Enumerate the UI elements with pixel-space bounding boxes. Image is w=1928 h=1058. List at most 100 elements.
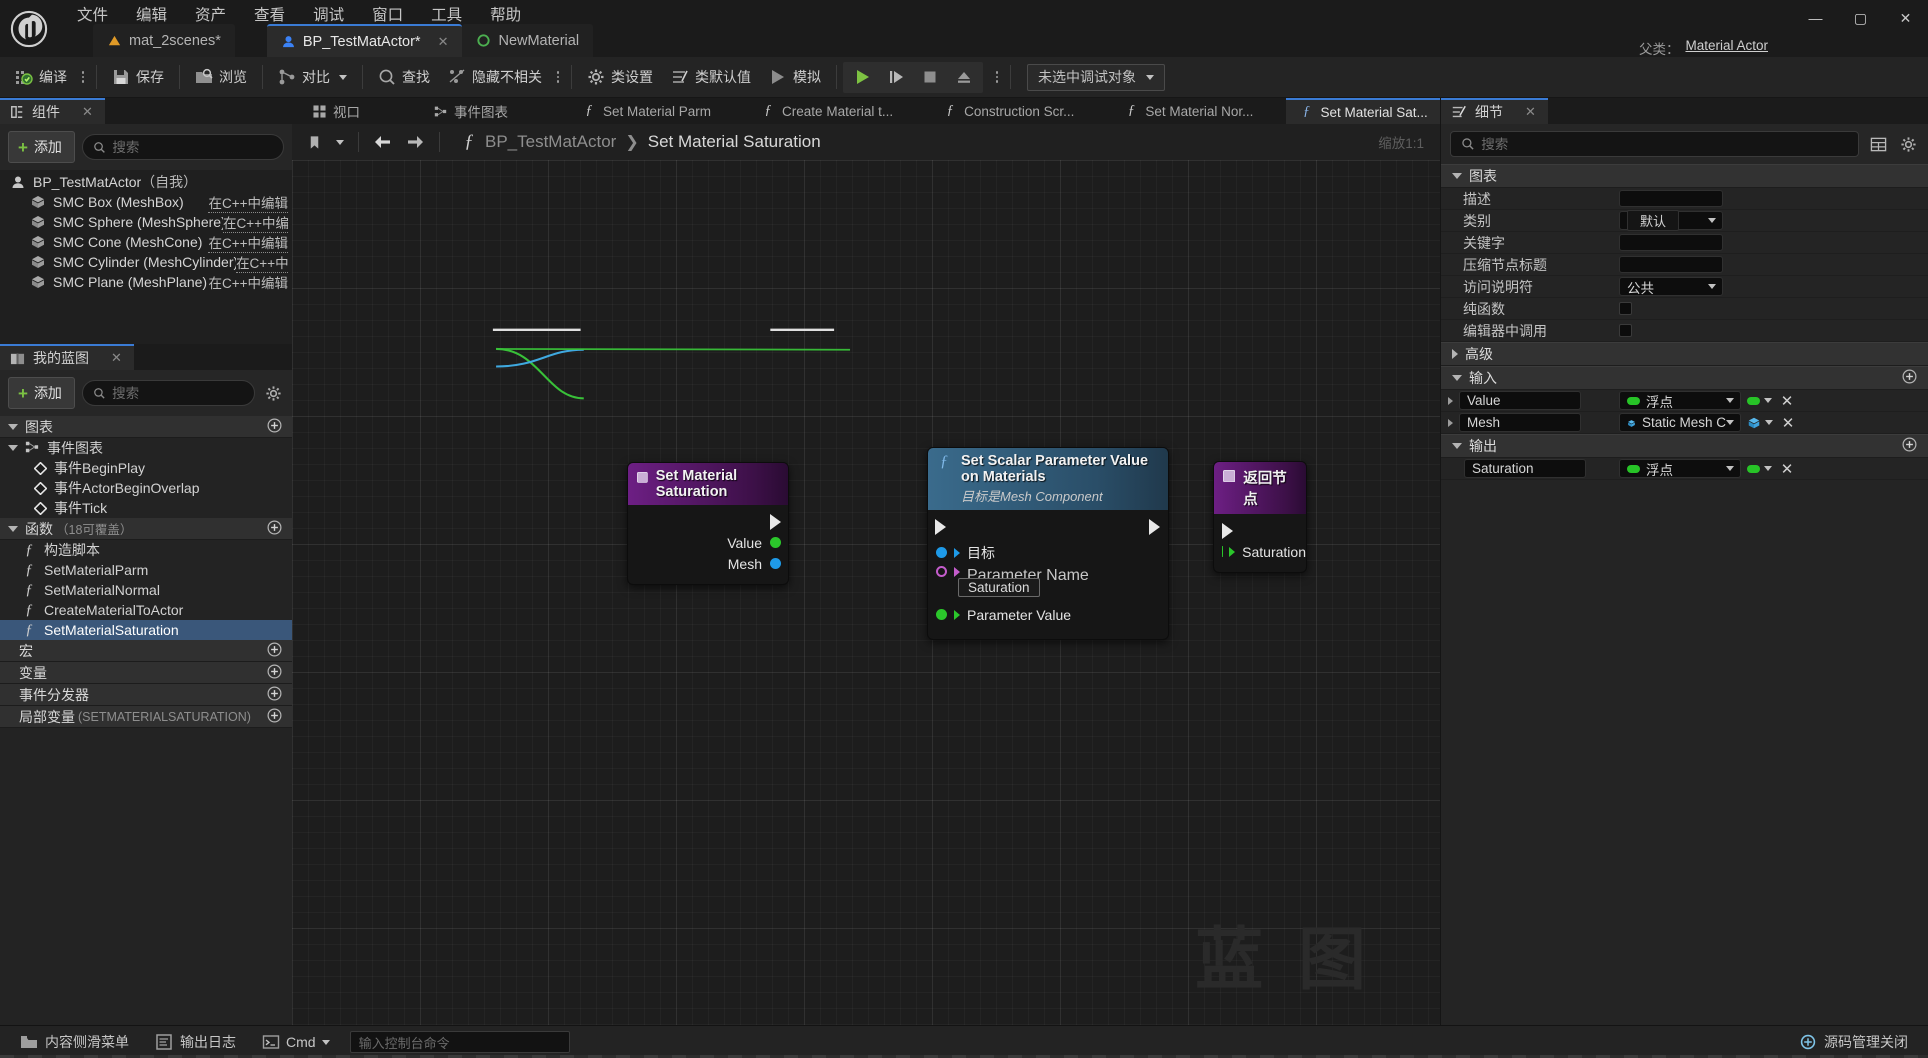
- minimize-icon[interactable]: —: [1793, 0, 1838, 36]
- list-item-event-graph[interactable]: 事件图表: [0, 438, 292, 458]
- breadcrumb-leaf[interactable]: Set Material Saturation: [648, 132, 821, 152]
- chevron-right-icon[interactable]: [1448, 396, 1453, 405]
- section-header-event-dispatchers[interactable]: 事件分发器: [0, 684, 292, 706]
- input-name-value[interactable]: Mesh: [1459, 413, 1581, 432]
- pin-out-mesh[interactable]: Mesh: [628, 553, 788, 574]
- close-icon[interactable]: ✕: [111, 350, 122, 366]
- exec-pin-out-icon[interactable]: [1149, 519, 1160, 535]
- tab-event-graph[interactable]: 事件图表: [421, 98, 521, 124]
- access-specifier-select[interactable]: 公共: [1619, 277, 1723, 296]
- input-container-select[interactable]: [1747, 416, 1773, 430]
- components-search-box[interactable]: [81, 134, 284, 160]
- console-command-input[interactable]: 输入控制台命令: [349, 1031, 570, 1053]
- pin-exec-out[interactable]: [628, 511, 788, 532]
- close-icon[interactable]: ✕: [1883, 0, 1928, 36]
- add-blueprint-item-button[interactable]: + 添加: [8, 377, 75, 409]
- step-button[interactable]: [879, 63, 913, 92]
- input-type-select[interactable]: Static Mesh C: [1619, 413, 1741, 432]
- component-row-sphere[interactable]: SMC Sphere (MeshSphere) 在C++中编: [0, 212, 292, 233]
- pure-function-checkbox[interactable]: [1619, 302, 1632, 315]
- details-settings-button[interactable]: [1897, 133, 1919, 155]
- pin-in-parameter-name[interactable]: Parameter Name Saturation: [928, 566, 1168, 597]
- asset-tab-newmaterial[interactable]: NewMaterial: [462, 24, 594, 57]
- eject-button[interactable]: [947, 63, 981, 92]
- close-icon[interactable]: ✕: [1525, 104, 1536, 120]
- tab-set-material-parm[interactable]: ƒ Set Material Parm: [569, 98, 724, 124]
- class-settings-button[interactable]: 类设置: [578, 61, 662, 94]
- list-item-setmaterialparm[interactable]: ƒ SetMaterialParm: [0, 560, 292, 580]
- add-graph-icon[interactable]: [267, 418, 282, 436]
- close-icon[interactable]: ✕: [82, 104, 93, 120]
- pin-in-target[interactable]: 目标: [928, 542, 1168, 563]
- details-search-input[interactable]: [1481, 136, 1848, 152]
- keywords-input[interactable]: [1619, 234, 1723, 251]
- input-container-select[interactable]: [1747, 396, 1772, 405]
- list-item-event-tick[interactable]: 事件Tick: [0, 498, 292, 518]
- tab-create-material-to[interactable]: ƒ Create Material t...: [748, 98, 906, 124]
- hide-unrelated-options-icon[interactable]: [551, 71, 565, 83]
- tab-construction-script[interactable]: ƒ Construction Scr...: [930, 98, 1087, 124]
- details-section-inputs[interactable]: 输入: [1441, 366, 1928, 390]
- exec-pin-in-icon[interactable]: [935, 519, 946, 535]
- remove-output-icon[interactable]: ✕: [1778, 460, 1796, 478]
- component-row-box[interactable]: SMC Box (MeshBox) 在C++中编辑: [0, 192, 292, 213]
- play-button[interactable]: [845, 63, 879, 92]
- details-section-advanced[interactable]: 高级: [1441, 342, 1928, 366]
- my-blueprint-search-input[interactable]: [112, 385, 244, 401]
- output-container-select[interactable]: [1747, 464, 1772, 473]
- tab-details[interactable]: 细节 ✕: [1441, 98, 1548, 124]
- details-section-graph[interactable]: 图表: [1441, 164, 1928, 188]
- tab-set-material-saturation[interactable]: ƒ Set Material Sat... ✕: [1286, 98, 1440, 124]
- asset-tab-mat2scenes[interactable]: mat_2scenes*: [93, 24, 235, 57]
- add-macro-icon[interactable]: [267, 642, 282, 660]
- source-control-button[interactable]: 源码管理关闭: [1789, 1028, 1918, 1056]
- class-defaults-button[interactable]: 类默认值: [662, 61, 760, 94]
- node-return[interactable]: 返回节点 Saturation: [1213, 461, 1307, 573]
- stop-button[interactable]: [913, 63, 947, 92]
- content-drawer-button[interactable]: 内容侧滑菜单: [10, 1028, 139, 1056]
- components-search-input[interactable]: [112, 139, 273, 155]
- asset-tab-bp-testmatactor[interactable]: BP_TestMatActor* ✕: [266, 24, 463, 57]
- add-component-button[interactable]: + 添加: [8, 131, 75, 163]
- details-section-outputs[interactable]: 输出: [1441, 434, 1928, 458]
- edit-in-cpp-link[interactable]: 在C++中: [236, 252, 288, 273]
- my-blueprint-search-box[interactable]: [81, 380, 255, 406]
- tab-viewport[interactable]: 视口: [300, 98, 373, 124]
- add-input-icon[interactable]: [1902, 369, 1917, 387]
- list-item-setmaterialsaturation[interactable]: ƒ SetMaterialSaturation: [0, 620, 292, 640]
- pin-out-value[interactable]: Value: [628, 532, 788, 553]
- debug-target-select[interactable]: 未选中调试对象: [1027, 63, 1165, 91]
- section-header-functions[interactable]: 函数 （18可覆盖）: [0, 518, 292, 540]
- blueprint-graph-canvas[interactable]: Set Material Saturation Value Mesh ƒ Set…: [292, 160, 1440, 1025]
- list-item-setmaterialnormal[interactable]: ƒ SetMaterialNormal: [0, 580, 292, 600]
- edit-in-cpp-link[interactable]: 在C++中编辑: [208, 192, 288, 213]
- breadcrumb-root[interactable]: BP_TestMatActor: [485, 132, 616, 152]
- tab-set-material-normal[interactable]: ƒ Set Material Nor...: [1111, 98, 1266, 124]
- section-header-local-variables[interactable]: 局部变量 (SETMATERIALSATURATION): [0, 706, 292, 728]
- description-input[interactable]: [1619, 190, 1723, 207]
- output-name-value[interactable]: Saturation: [1464, 459, 1586, 478]
- add-output-icon[interactable]: [1902, 437, 1917, 455]
- remove-input-icon[interactable]: ✕: [1779, 414, 1797, 432]
- component-row-root[interactable]: BP_TestMatActor （自我）: [0, 172, 292, 192]
- node-set-material-saturation-entry[interactable]: Set Material Saturation Value Mesh: [627, 462, 789, 585]
- chevron-down-icon[interactable]: [339, 74, 347, 80]
- navigate-forward-button[interactable]: [401, 129, 429, 155]
- node-set-scalar-parameter-value-on-materials[interactable]: ƒ Set Scalar Parameter Value on Material…: [927, 447, 1169, 640]
- compile-button[interactable]: 编译: [6, 61, 76, 94]
- section-header-graphs[interactable]: 图表: [0, 416, 292, 438]
- bookmark-button[interactable]: [300, 129, 328, 155]
- hide-unrelated-button[interactable]: 隐藏不相关: [439, 61, 551, 94]
- save-button[interactable]: 保存: [103, 61, 173, 94]
- add-dispatcher-icon[interactable]: [267, 686, 282, 704]
- simulate-button[interactable]: 模拟: [760, 61, 830, 94]
- list-item-creatematerialtoactor[interactable]: ƒ CreateMaterialToActor: [0, 600, 292, 620]
- diff-button[interactable]: 对比: [269, 61, 356, 94]
- pin-in-saturation[interactable]: Saturation: [1214, 541, 1306, 562]
- pin-in-parameter-value[interactable]: Parameter Value: [928, 604, 1168, 625]
- chevron-right-icon[interactable]: [1448, 418, 1453, 427]
- navigate-back-button[interactable]: [369, 129, 397, 155]
- input-name-value[interactable]: Value: [1459, 391, 1581, 410]
- component-row-plane[interactable]: SMC Plane (MeshPlane) 在C++中编辑: [0, 272, 292, 293]
- remove-input-icon[interactable]: ✕: [1778, 392, 1796, 410]
